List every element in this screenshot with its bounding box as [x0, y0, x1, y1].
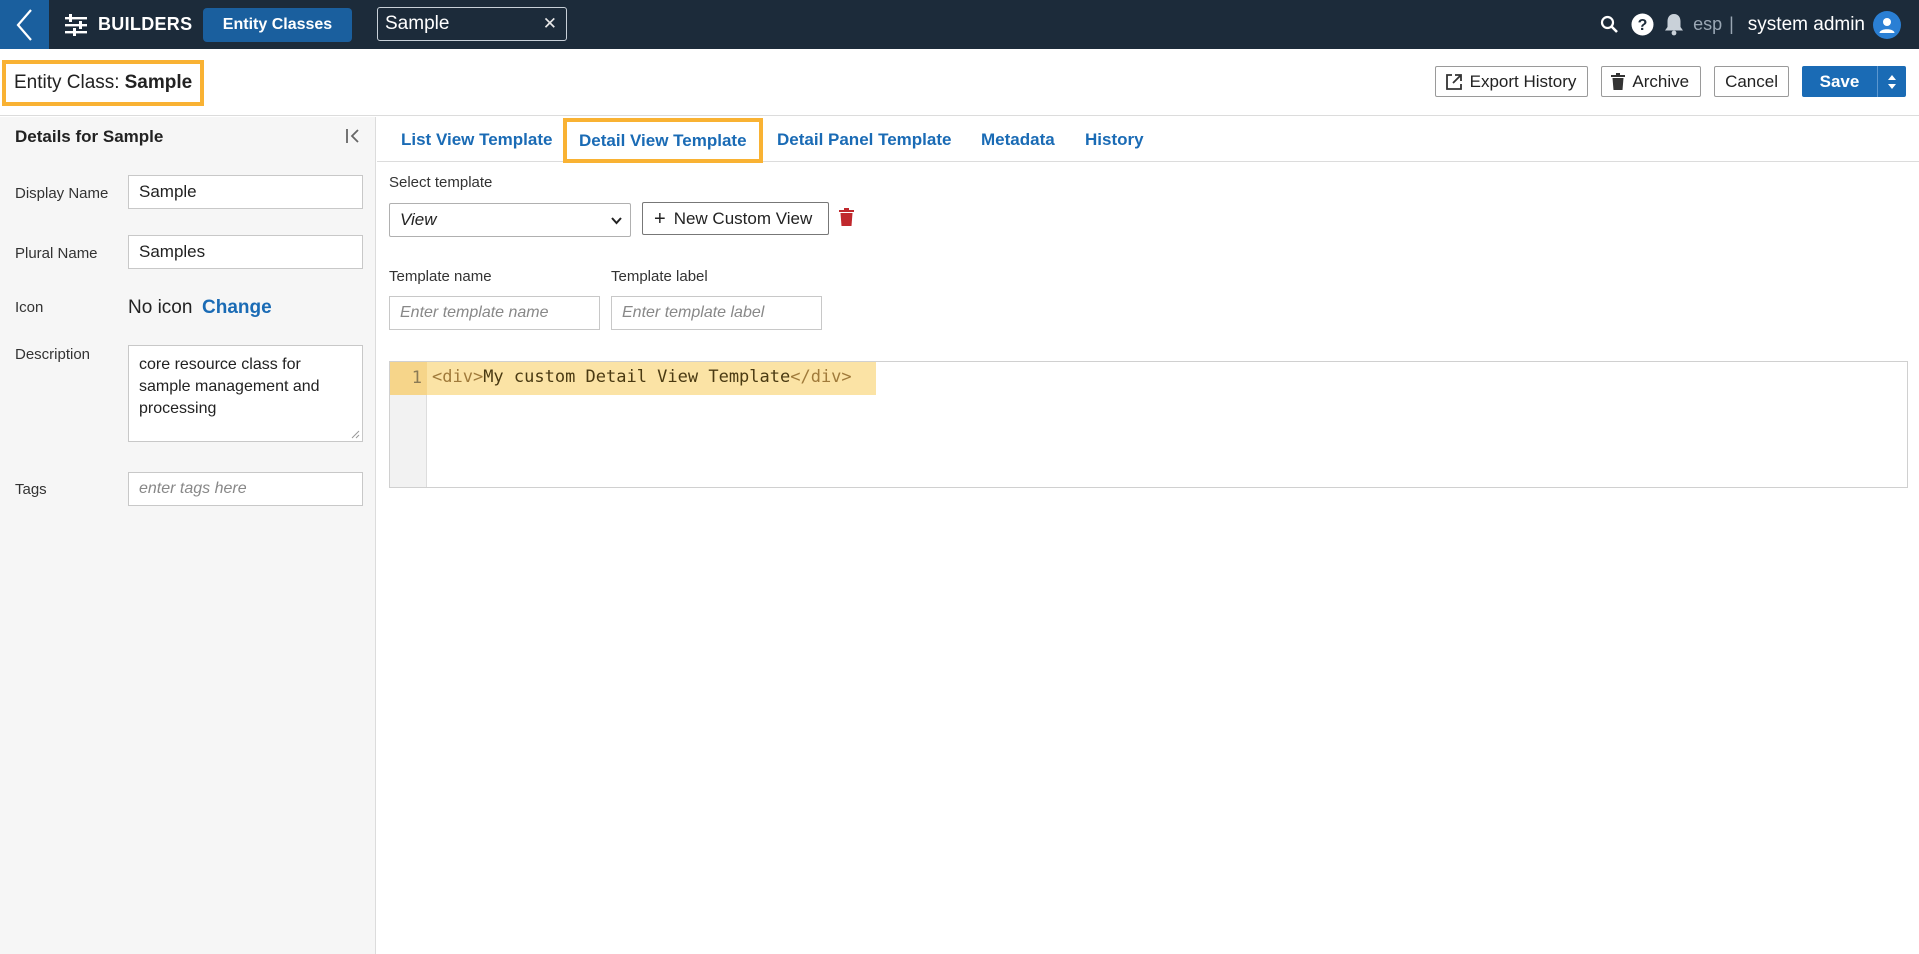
divider: | — [1729, 14, 1734, 34]
template-name-label: Template name — [389, 268, 492, 285]
plus-icon: + — [654, 207, 666, 230]
cancel-button[interactable]: Cancel — [1714, 66, 1789, 97]
template-name-input[interactable]: Enter template name — [389, 296, 600, 330]
description-label: Description — [15, 346, 91, 363]
top-navigation-bar: BUILDERS Entity Classes Sample ✕ ? esp |… — [0, 0, 1919, 49]
back-button[interactable] — [0, 0, 49, 49]
details-panel-title: Details for Sample — [15, 127, 164, 146]
sort-caret-icon — [1888, 74, 1896, 89]
display-name-field[interactable]: Sample — [128, 175, 363, 209]
new-custom-view-button[interactable]: + New Custom View — [642, 202, 829, 235]
tab-list-view-template[interactable]: List View Template — [401, 117, 552, 162]
code-open-tag: <div> — [432, 367, 484, 387]
user-icon — [1879, 17, 1895, 33]
template-tabs: List View Template Detail View Template … — [377, 117, 1919, 163]
sliders-icon — [65, 13, 87, 36]
export-history-label: Export History — [1469, 71, 1577, 91]
svg-text:?: ? — [1638, 17, 1648, 34]
save-button[interactable]: Save — [1802, 66, 1877, 97]
save-options-button[interactable] — [1877, 66, 1906, 97]
select-template-label: Select template — [389, 174, 493, 191]
search-icon[interactable] — [1600, 15, 1619, 34]
icon-label: Icon — [15, 299, 44, 316]
code-editor[interactable]: 1 <div>My custom Detail View Template</d… — [389, 361, 1908, 488]
collapse-panel-icon[interactable] — [345, 128, 361, 149]
details-panel: Details for Sample Display Name Sample P… — [0, 117, 376, 954]
locale-indicator[interactable]: esp — [1693, 14, 1722, 35]
delete-template-icon[interactable] — [839, 208, 854, 231]
entity-classes-button[interactable]: Entity Classes — [203, 8, 352, 42]
description-text: core resource class for sample managemen… — [139, 356, 320, 417]
archive-button[interactable]: Archive — [1601, 66, 1702, 97]
code-line[interactable]: <div>My custom Detail View Template</div… — [432, 367, 852, 387]
user-name[interactable]: system admin — [1748, 14, 1865, 36]
top-right-tools: ? esp | system admin — [1600, 0, 1901, 49]
tab-history[interactable]: History — [1085, 117, 1144, 162]
code-close-tag: </div> — [790, 367, 852, 387]
builders-menu[interactable]: BUILDERS — [64, 0, 192, 49]
help-icon[interactable]: ? — [1631, 13, 1654, 36]
open-tab-sample[interactable]: Sample ✕ — [377, 7, 567, 41]
tags-input[interactable]: enter tags here — [128, 472, 363, 506]
page-title-name: Sample — [124, 72, 193, 93]
description-textarea[interactable]: core resource class for sample managemen… — [128, 345, 363, 442]
new-custom-view-label: New Custom View — [673, 208, 813, 228]
template-label-input[interactable]: Enter template label — [611, 296, 822, 330]
external-link-icon — [1445, 73, 1462, 90]
plural-name-field[interactable]: Samples — [128, 235, 363, 269]
tab-detail-panel-template[interactable]: Detail Panel Template — [777, 117, 951, 162]
icon-value: No icon — [128, 297, 193, 318]
template-select[interactable]: View — [389, 203, 631, 237]
avatar[interactable] — [1873, 10, 1901, 39]
notifications-bell-icon[interactable] — [1664, 13, 1684, 36]
builders-label: BUILDERS — [98, 14, 193, 34]
template-select-value: View — [400, 210, 437, 229]
tab-detail-view-template[interactable]: Detail View Template — [563, 118, 763, 163]
page-header: Entity Class: Sample Export History Arch… — [0, 49, 1919, 116]
close-tab-icon[interactable]: ✕ — [543, 14, 557, 34]
line-number: 1 — [411, 368, 422, 388]
export-history-button[interactable]: Export History — [1434, 66, 1589, 97]
plural-name-label: Plural Name — [15, 245, 98, 262]
page-title: Entity Class: Sample — [2, 60, 205, 106]
code-text: My custom Detail View Template — [483, 367, 791, 387]
resize-grip-icon[interactable] — [351, 430, 360, 439]
open-tab-label: Sample — [385, 13, 450, 34]
chevron-down-icon — [611, 217, 622, 225]
archive-label: Archive — [1632, 71, 1690, 91]
tab-metadata[interactable]: Metadata — [981, 117, 1055, 162]
display-name-label: Display Name — [15, 185, 109, 202]
page-title-prefix: Entity Class: — [14, 72, 120, 93]
change-icon-link[interactable]: Change — [202, 297, 272, 319]
header-actions: Export History Archive Cancel Save — [1434, 66, 1919, 97]
template-label-label: Template label — [611, 268, 708, 285]
trash-icon — [1611, 73, 1626, 90]
save-button-group: Save — [1802, 66, 1906, 97]
cancel-label: Cancel — [1725, 71, 1778, 91]
tags-label: Tags — [15, 481, 47, 498]
chevron-left-icon — [16, 8, 32, 41]
